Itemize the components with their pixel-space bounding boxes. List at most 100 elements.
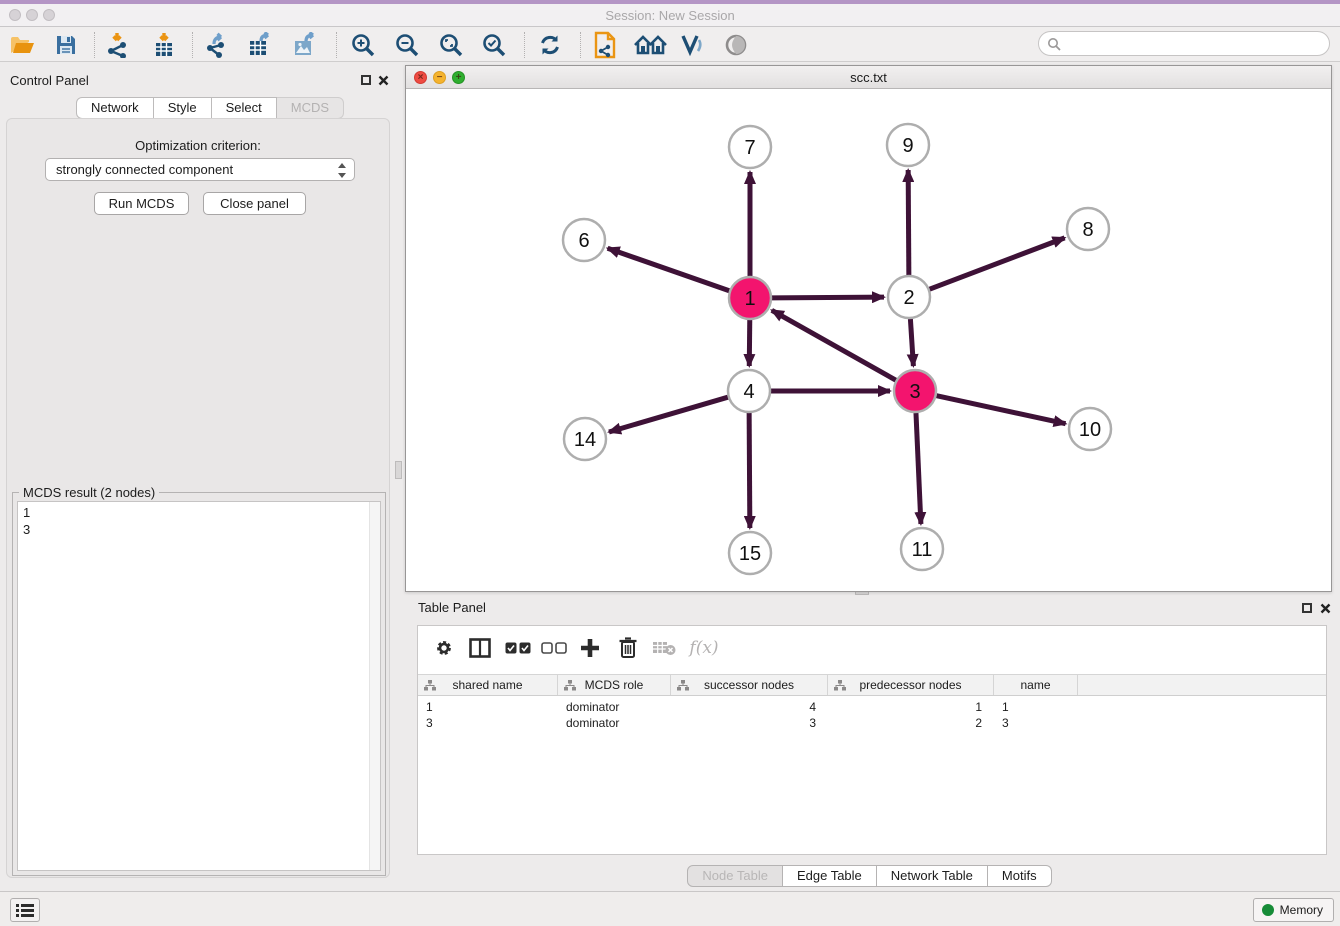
float-table-panel-icon[interactable]	[1302, 603, 1312, 613]
network-canvas[interactable]: 1234678910111415	[406, 89, 1331, 591]
toolbar-separator	[580, 32, 581, 58]
graph-edge-3-10[interactable]	[936, 396, 1065, 424]
tab-select[interactable]: Select	[212, 97, 277, 119]
table-row[interactable]: 1 dominator 4 1 1	[418, 699, 1326, 715]
cell-mcds-role[interactable]: dominator	[558, 715, 671, 731]
search-field[interactable]	[1038, 31, 1330, 56]
column-header-filler	[1078, 675, 1326, 695]
optimization-criterion-label: Optimization criterion:	[0, 138, 396, 153]
style-preview-icon[interactable]	[678, 31, 706, 59]
gear-icon[interactable]	[430, 634, 458, 662]
deselect-all-checkboxes-icon[interactable]	[540, 634, 568, 662]
import-table-icon[interactable]	[150, 31, 178, 59]
run-mcds-button[interactable]: Run MCDS	[94, 192, 189, 215]
hide-graphics-eye-icon[interactable]	[722, 31, 750, 59]
graph-node-label-15: 15	[739, 543, 761, 565]
export-table-icon[interactable]	[247, 31, 275, 59]
tab-node-table[interactable]: Node Table	[687, 865, 783, 887]
close-table-panel-icon[interactable]	[1320, 603, 1331, 614]
criterion-value: strongly connected component	[56, 162, 233, 177]
refresh-icon[interactable]	[536, 31, 564, 59]
result-scrollbar[interactable]	[369, 502, 380, 870]
close-panel-button[interactable]: Close panel	[203, 192, 306, 215]
column-header-successor-nodes[interactable]: successor nodes	[671, 675, 828, 695]
graph-edge-2-9[interactable]	[908, 170, 909, 275]
column-header-shared-name[interactable]: shared name	[418, 675, 558, 695]
table-panel-title: Table Panel	[418, 600, 486, 615]
memory-button[interactable]: Memory	[1253, 898, 1334, 922]
window-title: Session: New Session	[0, 8, 1340, 23]
cell-successor-nodes[interactable]: 4	[671, 699, 828, 715]
result-line: 1	[23, 504, 380, 521]
list-icon	[16, 903, 34, 918]
select-all-checkboxes-icon[interactable]	[504, 634, 532, 662]
save-session-icon[interactable]	[52, 31, 80, 59]
zoom-out-icon[interactable]	[393, 31, 421, 59]
export-image-icon[interactable]	[292, 31, 320, 59]
add-column-icon[interactable]	[576, 634, 604, 662]
vertical-splitter-grip[interactable]	[395, 461, 402, 479]
delete-column-icon[interactable]	[614, 634, 642, 662]
function-builder-icon[interactable]: f(x)	[686, 634, 722, 662]
tab-style[interactable]: Style	[154, 97, 212, 119]
network-window-title: scc.txt	[406, 70, 1331, 85]
import-network-icon[interactable]	[104, 31, 132, 59]
graph-node-label-10: 10	[1079, 419, 1101, 441]
cell-predecessor-nodes[interactable]: 1	[828, 699, 994, 715]
criterion-dropdown[interactable]: strongly connected component	[45, 158, 355, 181]
control-panel-title: Control Panel	[10, 73, 89, 88]
graph-edge-3-11[interactable]	[916, 413, 921, 524]
tab-network-table[interactable]: Network Table	[877, 865, 988, 887]
graph-node-label-7: 7	[744, 137, 755, 159]
search-icon	[1047, 37, 1061, 51]
graph-node-label-14: 14	[574, 429, 596, 451]
column-header-name[interactable]: name	[994, 675, 1078, 695]
graph-edge-4-14[interactable]	[609, 397, 728, 432]
control-panel: Control Panel Network Style Select MCDS …	[0, 65, 396, 882]
tab-network[interactable]: Network	[76, 97, 154, 119]
toolbar-separator	[524, 32, 525, 58]
export-network-icon[interactable]	[203, 31, 231, 59]
graph-edge-2-3[interactable]	[910, 319, 913, 366]
split-columns-icon[interactable]	[466, 634, 494, 662]
graph-edge-1-6[interactable]	[608, 248, 730, 290]
graph-edge-3-1[interactable]	[772, 310, 896, 380]
table-row[interactable]: 3 dominator 3 2 3	[418, 715, 1326, 731]
tab-mcds[interactable]: MCDS	[277, 97, 344, 119]
memory-label: Memory	[1280, 903, 1323, 917]
table-panel: Table Panel f(x) sh	[405, 597, 1334, 891]
network-file-icon[interactable]	[591, 31, 619, 59]
network-view-window: × − + scc.txt 1234678910111415	[405, 65, 1332, 592]
column-header-mcds-role[interactable]: MCDS role	[558, 675, 671, 695]
cell-shared-name[interactable]: 1	[418, 699, 558, 715]
graph-edge-2-8[interactable]	[930, 238, 1065, 289]
search-input[interactable]	[1061, 34, 1329, 54]
zoom-selected-icon[interactable]	[480, 31, 508, 59]
column-header-predecessor-nodes[interactable]: predecessor nodes	[828, 675, 994, 695]
open-session-icon[interactable]	[8, 31, 36, 59]
tab-motifs[interactable]: Motifs	[988, 865, 1052, 887]
delete-table-icon[interactable]	[650, 634, 678, 662]
graph-edge-1-2[interactable]	[772, 297, 884, 298]
cell-shared-name[interactable]: 3	[418, 715, 558, 731]
cell-mcds-role[interactable]: dominator	[558, 699, 671, 715]
zoom-in-icon[interactable]	[349, 31, 377, 59]
mcds-result-group: MCDS result (2 nodes) 1 3	[12, 492, 386, 876]
hierarchy-icon	[564, 680, 576, 694]
float-panel-icon[interactable]	[361, 75, 371, 85]
home-icon[interactable]	[634, 31, 668, 59]
graph-edge-4-15[interactable]	[749, 413, 750, 528]
close-panel-icon[interactable]	[378, 75, 389, 86]
cell-predecessor-nodes[interactable]: 2	[828, 715, 994, 731]
task-history-button[interactable]	[10, 898, 40, 922]
cell-name[interactable]: 1	[994, 699, 1078, 715]
toolbar-separator	[94, 32, 95, 58]
hierarchy-icon	[677, 680, 689, 694]
tab-edge-table[interactable]: Edge Table	[783, 865, 877, 887]
cell-name[interactable]: 3	[994, 715, 1078, 731]
network-window-titlebar[interactable]: × − + scc.txt	[406, 66, 1331, 89]
mcds-result-textarea[interactable]: 1 3	[17, 501, 381, 871]
zoom-fit-icon[interactable]	[437, 31, 465, 59]
cell-successor-nodes[interactable]: 3	[671, 715, 828, 731]
titlebar-accent-strip	[0, 0, 1340, 4]
